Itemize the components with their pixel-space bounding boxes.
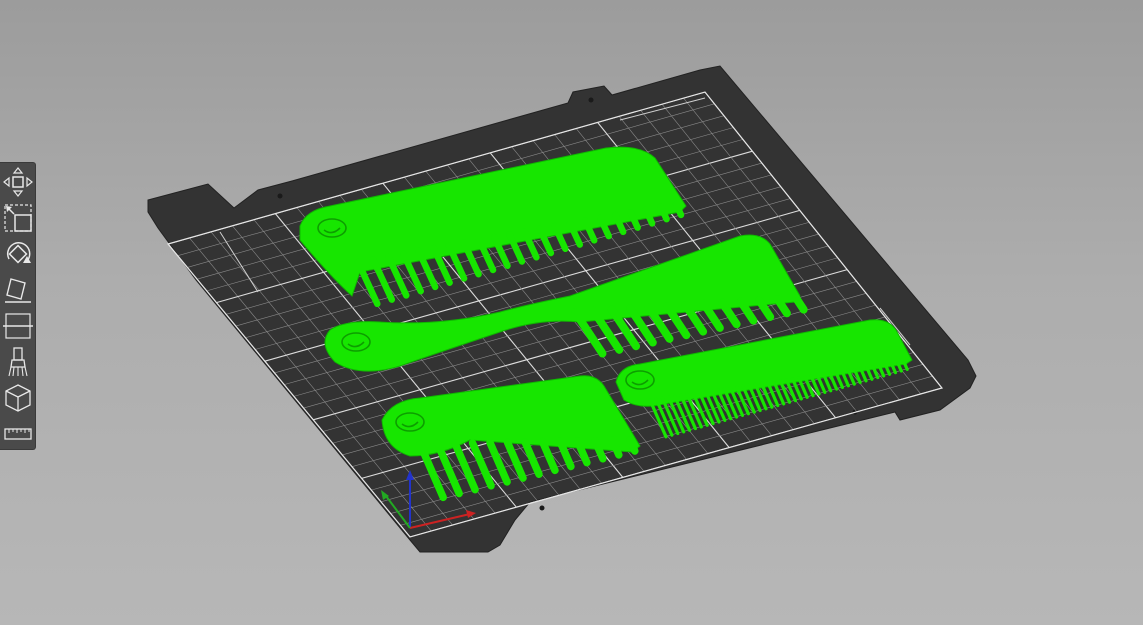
seam-painting-tool[interactable] (1, 381, 35, 415)
comb-tooth (672, 200, 685, 219)
paint-brush-icon (8, 347, 28, 377)
move-tool[interactable] (1, 165, 35, 199)
cut-icon (3, 313, 33, 339)
gizmo-toolbar (0, 162, 36, 450)
place-on-face-tool[interactable] (1, 273, 35, 307)
comb-tooth (626, 436, 639, 455)
bed-hole (588, 97, 594, 103)
bed-hole (277, 193, 283, 199)
ruler-icon (4, 428, 32, 440)
paint-supports-tool[interactable] (1, 345, 35, 379)
bed-hole (539, 505, 545, 511)
place-on-face-icon (5, 278, 31, 303)
measure-tool[interactable] (1, 417, 35, 451)
rotate-tool[interactable] (1, 237, 35, 271)
cut-tool[interactable] (1, 309, 35, 343)
seam-cube-icon (5, 384, 31, 412)
3d-viewport[interactable] (0, 0, 1143, 625)
move-icon (3, 167, 33, 197)
scale-icon (4, 204, 32, 232)
scale-tool[interactable] (1, 201, 35, 235)
rotate-icon (6, 242, 31, 264)
scene-canvas[interactable] (0, 0, 1143, 625)
